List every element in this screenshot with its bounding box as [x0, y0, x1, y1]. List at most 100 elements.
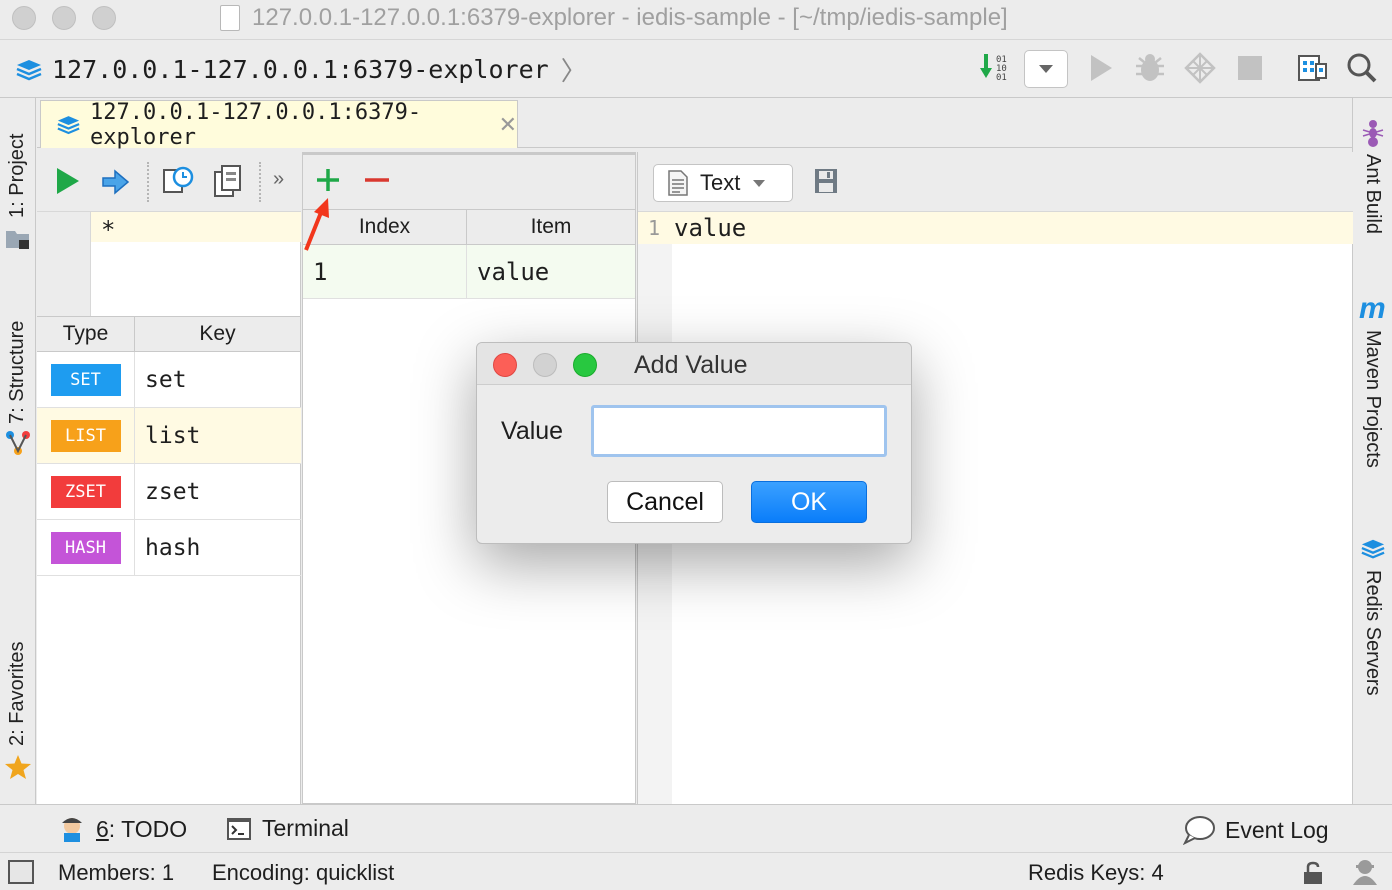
document-icon: [220, 5, 240, 31]
type-badge-list: LIST: [50, 419, 121, 452]
folder-icon: [6, 231, 29, 249]
event-log-tool-button[interactable]: Event Log: [1183, 815, 1329, 845]
keys-toolbar: »: [37, 152, 301, 212]
dialog-titlebar: Add Value: [477, 343, 911, 385]
type-badge-hash: HASH: [50, 531, 121, 564]
window-zoom-button[interactable]: [92, 6, 116, 30]
keys-table-header: Type Key: [37, 316, 301, 352]
dialog-title: Add Value: [634, 351, 748, 379]
copy-icon[interactable]: [213, 164, 243, 198]
tab-explorer[interactable]: 127.0.0.1-127.0.0.1:6379-explorer ✕: [40, 100, 518, 150]
type-badge-set: SET: [50, 363, 121, 396]
table-row[interactable]: HASH hash: [37, 520, 301, 576]
column-header-key[interactable]: Key: [135, 317, 301, 351]
left-tool-stripe: 1: Project 7: Structure 2: Favorites: [0, 98, 36, 804]
column-header-item[interactable]: Item: [467, 210, 635, 244]
dialog-close-button[interactable]: [493, 353, 517, 377]
members-count: Members: 1: [58, 860, 175, 885]
ok-button[interactable]: OK: [751, 481, 867, 523]
navigation-bar: 127.0.0.1-127.0.0.1:6379-explorer 〉 01 1…: [0, 40, 1392, 98]
maven-icon: m: [1359, 292, 1386, 325]
key-name: set: [145, 366, 187, 393]
items-table-header: Index Item: [303, 209, 635, 245]
column-header-type[interactable]: Type: [37, 317, 135, 351]
toggle-tool-windows-icon[interactable]: [8, 860, 34, 884]
item-value: value: [477, 257, 550, 286]
arrow-right-icon[interactable]: [101, 168, 131, 196]
window-title: 127.0.0.1-127.0.0.1:6379-explorer - iedi…: [252, 4, 1008, 31]
type-badge-zset: ZSET: [50, 475, 121, 508]
todo-label: : TODO: [108, 815, 188, 842]
structure-icon: [6, 431, 30, 455]
chevron-down-icon: [1039, 65, 1053, 73]
value-label: Value: [501, 417, 564, 445]
editor-toolbar: Text: [638, 152, 1353, 212]
key-pattern-input[interactable]: *: [101, 216, 115, 244]
key-name: list: [145, 422, 201, 449]
dialog-zoom-button[interactable]: [573, 353, 597, 377]
stop-icon[interactable]: [1233, 51, 1267, 85]
speech-bubble-icon: [1183, 816, 1215, 845]
table-row[interactable]: ZSET zset: [37, 464, 301, 520]
format-label: Text: [700, 170, 741, 195]
project-structure-icon[interactable]: [1295, 51, 1329, 85]
format-dropdown[interactable]: Text: [653, 164, 793, 202]
add-value-dialog: Add Value Value Cancel OK: [476, 342, 912, 544]
bottom-tool-bar: 6: TODO Terminal Event Log: [0, 804, 1392, 852]
favorites-tool-button[interactable]: 2: Favorites: [6, 642, 29, 746]
window-title-group: 127.0.0.1-127.0.0.1:6379-explorer - iedi…: [220, 4, 1220, 32]
value-input[interactable]: [591, 405, 887, 457]
status-bar: Members: 1 Encoding: quicklist Redis Key…: [0, 852, 1392, 890]
close-icon[interactable]: ✕: [499, 112, 517, 138]
run-icon[interactable]: [1084, 51, 1118, 85]
keys-panel: » * Type Key SET set LIST list ZSET zset…: [37, 152, 301, 804]
debug-bug-icon[interactable]: [1133, 51, 1167, 85]
terminal-label: Terminal: [262, 815, 349, 841]
more-chevrons-icon[interactable]: »: [273, 168, 284, 191]
toolbar-separator: [147, 162, 149, 202]
toolbar-separator: [259, 162, 261, 202]
save-icon[interactable]: [814, 168, 838, 194]
history-icon[interactable]: [161, 164, 195, 198]
todo-tool-button[interactable]: 6: TODO: [58, 815, 187, 843]
redis-stack-icon: [16, 59, 42, 80]
keys-table: Type Key SET set LIST list ZSET zset HAS…: [37, 316, 301, 576]
chevron-right-icon: 〉: [560, 56, 587, 86]
maven-projects-tool-button[interactable]: Maven Projects: [1361, 330, 1384, 468]
add-icon[interactable]: [315, 167, 341, 193]
dialog-minimize-button[interactable]: [533, 353, 557, 377]
table-row-selected[interactable]: LIST list: [37, 408, 301, 464]
inspector-icon[interactable]: [1350, 857, 1380, 887]
pattern-gutter: [37, 212, 91, 316]
window-minimize-button[interactable]: [52, 6, 76, 30]
items-toolbar: [303, 155, 635, 209]
cancel-button[interactable]: Cancel: [607, 481, 723, 523]
structure-tool-button[interactable]: 7: Structure: [6, 321, 29, 424]
run-icon[interactable]: [55, 166, 81, 196]
ant-build-tool-button[interactable]: Ant Build: [1361, 154, 1384, 234]
redis-servers-tool-button[interactable]: Redis Servers: [1361, 570, 1384, 696]
binary-download-icon[interactable]: 01 10 01: [978, 51, 1012, 85]
window-titlebar: 127.0.0.1-127.0.0.1:6379-explorer - iedi…: [0, 0, 1392, 40]
todo-person-icon: [62, 818, 82, 842]
redis-keys-count: Redis Keys: 4: [1028, 860, 1164, 885]
run-config-dropdown[interactable]: [1024, 50, 1068, 88]
project-tool-button[interactable]: 1: Project: [6, 134, 29, 218]
table-row[interactable]: SET set: [37, 352, 301, 408]
breadcrumb[interactable]: 127.0.0.1-127.0.0.1:6379-explorer 〉: [16, 51, 587, 88]
coverage-icon[interactable]: [1183, 51, 1217, 85]
value-text[interactable]: value: [674, 214, 746, 242]
terminal-tool-button[interactable]: Terminal: [226, 815, 349, 842]
remove-icon[interactable]: [363, 167, 391, 193]
svg-text:01: 01: [996, 73, 1007, 83]
window-close-button[interactable]: [12, 6, 36, 30]
lock-icon[interactable]: [1302, 861, 1324, 885]
right-tool-stripe: Ant Build m Maven Projects Redis Servers: [1352, 98, 1392, 804]
key-name: zset: [145, 478, 201, 505]
redis-servers-icon: [1361, 539, 1385, 559]
text-document-icon: [668, 170, 688, 196]
search-icon[interactable]: [1345, 51, 1379, 85]
table-row[interactable]: 1 value: [303, 245, 635, 299]
key-name: hash: [145, 534, 201, 561]
todo-shortcut: 6: [96, 815, 109, 842]
